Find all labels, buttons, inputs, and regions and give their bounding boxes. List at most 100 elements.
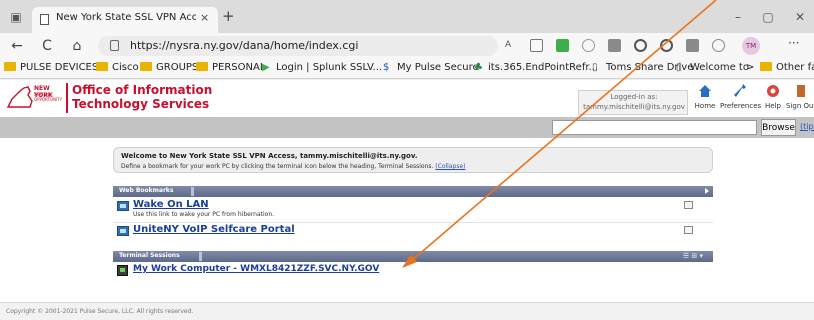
logged-in-user: tammy.mischitelli@its.ny.gov (583, 103, 685, 111)
terminal-sessions-title: Terminal Sessions (119, 252, 180, 259)
extension-icon[interactable] (608, 39, 621, 52)
logged-in-box: Logged-in as: tammy.mischitelli@its.ny.g… (578, 90, 688, 115)
tab-close-icon[interactable]: × (200, 11, 209, 24)
office-name-line1: Office of Information (72, 83, 213, 97)
read-aloud-icon[interactable]: A (505, 40, 518, 53)
minimize-button[interactable]: – (728, 8, 748, 26)
status-check-icon[interactable] (712, 39, 725, 52)
lifebuoy-icon (767, 85, 779, 97)
web-bookmarks-header: Web Bookmarks (113, 186, 713, 197)
app-icon: ♣ (474, 62, 483, 73)
restore-button[interactable]: ▢ (758, 8, 778, 26)
splunk-icon: ▶ (262, 62, 270, 73)
tab-actions-icon[interactable]: ▣ (6, 8, 26, 26)
bookmark-title[interactable]: UniteNY VoIP Selfcare Portal (133, 224, 295, 235)
home-button[interactable]: ⌂ (68, 37, 86, 55)
back-button[interactable]: ← (8, 37, 26, 55)
copyright-text: Copyright © 2001-2021 Pulse Secure, LLC.… (6, 308, 194, 315)
office-name-line2: Technology Services (72, 97, 210, 111)
door-icon (797, 85, 805, 97)
terminal-session-work-computer[interactable]: My Work Computer - WMXL8421ZZF.SVC.NY.GO… (117, 264, 707, 278)
bookmark-endpoint[interactable]: ♣ its.365.EndPointRefr... (474, 62, 598, 76)
welcome-instructions: Define a bookmark for your work PC by cl… (121, 163, 466, 170)
help-button[interactable]: Help (762, 83, 784, 117)
bookmarks-overflow-button[interactable]: > (746, 62, 754, 76)
open-new-window-icon[interactable] (684, 201, 693, 209)
add-session-icon[interactable]: ⊞ (691, 252, 697, 260)
extension-icon-2[interactable] (686, 39, 699, 52)
web-bookmark-icon (117, 226, 129, 236)
collapse-link[interactable]: (Collapse) (435, 163, 465, 170)
bookmark-welcome-my-ny[interactable]: ▯Welcome to My NY.... (676, 62, 752, 76)
bookmark-personal[interactable]: PERSONAL (196, 62, 265, 76)
bookmark-splunk[interactable]: ▶ Login | Splunk SSLV... (262, 62, 382, 76)
close-window-button[interactable]: ✕ (790, 8, 810, 26)
lock-icon[interactable] (110, 40, 119, 51)
page-icon (40, 14, 49, 25)
search-icon[interactable] (660, 39, 673, 52)
expand-arrow-icon[interactable] (705, 188, 709, 194)
nys-logo: NEW YORK STATE OF OPPORTUNITY (6, 83, 64, 113)
tips-link[interactable]: (tips) (800, 122, 814, 131)
address-bar-row: ← C ⌂ https://nysra.ny.gov/dana/home/ind… (0, 33, 814, 59)
more-menu-icon[interactable]: ··· (788, 36, 799, 50)
new-tab-button[interactable]: + (222, 7, 235, 25)
state-subtitle: STATE OF OPPORTUNITY (34, 92, 63, 102)
main-content: Welcome to New York State SSL VPN Access… (0, 138, 814, 302)
terminal-tools: ☰ ⊞ ▾ (683, 252, 703, 260)
zoom-icon[interactable] (634, 39, 647, 52)
home-icon (699, 85, 711, 97)
terminal-session-title[interactable]: My Work Computer - WMXL8421ZZF.SVC.NY.GO… (133, 264, 379, 274)
tab-vpn-access[interactable]: New York State SSL VPN Access × (32, 7, 218, 33)
bookmark-cisco[interactable]: Cisco (96, 62, 139, 76)
dropdown-icon[interactable]: ▾ (699, 252, 703, 260)
folder-icon (140, 62, 152, 71)
bookmark-description: Use this link to wake your PC from hiber… (133, 211, 275, 218)
folder-icon (760, 62, 772, 71)
url-field[interactable]: https://nysra.ny.gov/dana/home/index.cgi (98, 36, 498, 56)
page-icon: ▯ (676, 62, 682, 73)
folder-icon (96, 62, 108, 71)
sign-out-button[interactable]: Sign Out (786, 83, 814, 117)
other-favorites-folder[interactable]: Other favorites (760, 62, 814, 76)
browse-url-input[interactable] (552, 120, 757, 135)
pulse-icon: $ (383, 62, 390, 73)
nys-map-icon (6, 86, 33, 108)
list-view-icon[interactable]: ☰ (683, 252, 689, 260)
preferences-button[interactable]: Preferences (720, 83, 761, 117)
bookmark-title[interactable]: Wake On LAN (133, 199, 209, 210)
home-nav-button[interactable]: Home (692, 83, 718, 117)
page-footer: Copyright © 2001-2021 Pulse Secure, LLC.… (0, 302, 814, 320)
row-divider (113, 222, 713, 223)
wrench-icon (734, 84, 746, 97)
web-bookmarks-title: Web Bookmarks (119, 187, 174, 194)
office-name: Office of Information Technology Service… (72, 83, 212, 111)
browse-toolbar: Browse (tips) (0, 117, 814, 138)
bookmark-pulse-devices[interactable]: PULSE DEVICES (4, 62, 98, 76)
bookmark-uniteny-voip[interactable]: UniteNY VoIP Selfcare Portal (117, 224, 707, 238)
page-icon: ▯ (592, 62, 598, 73)
bookmark-groups[interactable]: GROUPS (140, 62, 198, 76)
welcome-heading: Welcome to New York State SSL VPN Access… (121, 152, 418, 160)
reload-button[interactable]: C (38, 37, 56, 55)
profile-avatar[interactable]: TM (742, 37, 760, 55)
bookmark-my-pulse-secure[interactable]: $ My Pulse Secure (383, 62, 479, 76)
welcome-panel: Welcome to New York State SSL VPN Access… (113, 147, 713, 173)
extension-check-icon[interactable] (556, 39, 569, 52)
translate-icon[interactable] (530, 39, 543, 52)
section-tab-edge (199, 252, 202, 261)
browse-button[interactable]: Browse (761, 119, 796, 136)
url-text: https://nysra.ny.gov/dana/home/index.cgi (130, 39, 359, 52)
folder-icon (196, 62, 208, 71)
folder-icon (4, 62, 16, 71)
tab-title: New York State SSL VPN Access (56, 12, 196, 23)
vpn-header: NEW YORK STATE OF OPPORTUNITY Office of … (0, 80, 814, 117)
browser-tab-bar: ▣ New York State SSL VPN Access × + – ▢ … (0, 0, 814, 33)
bookmarks-bar: PULSE DEVICES Cisco GROUPS PERSONAL ▶ Log… (0, 59, 814, 79)
terminal-sessions-header: Terminal Sessions ☰ ⊞ ▾ (113, 251, 713, 262)
terminal-icon (117, 265, 128, 276)
extension-circle-icon[interactable] (582, 39, 595, 52)
bookmark-wake-on-lan[interactable]: Wake On LAN Use this link to wake your P… (117, 199, 707, 223)
logged-in-label: Logged-in as: (610, 93, 658, 101)
open-new-window-icon[interactable] (684, 226, 693, 234)
